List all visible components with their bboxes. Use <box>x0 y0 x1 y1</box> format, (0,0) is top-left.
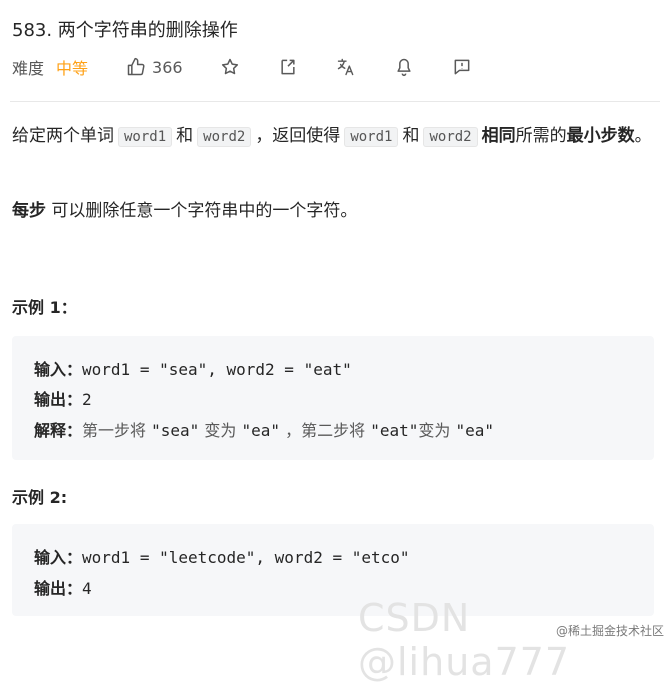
problem-title: 583. 两个字符串的删除操作 <box>12 20 238 41</box>
like-button[interactable]: 366 <box>126 57 183 77</box>
inline-code: word2 <box>423 127 478 147</box>
desc-text: ，返回使得 <box>255 126 341 146</box>
inline-code: word2 <box>197 127 252 147</box>
explain-code: "ea" <box>455 421 495 440</box>
explain-text: 变为 <box>204 421 237 440</box>
feedback-button[interactable] <box>451 56 473 78</box>
star-icon <box>221 58 238 75</box>
desc-bold: 相同 <box>481 126 516 146</box>
input-value: word1 = "leetcode", word2 = "etco" <box>82 548 410 567</box>
inline-code: word1 <box>118 127 173 147</box>
favorite-button[interactable] <box>219 56 241 78</box>
desc-bold: 最小步数 <box>566 126 635 146</box>
share-button[interactable] <box>277 56 299 78</box>
explain-label: 解释： <box>34 421 83 440</box>
watermark-sub: @稀土掘金技术社区 <box>555 624 664 638</box>
notification-button[interactable] <box>393 56 415 78</box>
example1-input-line: 输入：word1 = "sea", word2 = "eat" <box>34 356 352 380</box>
input-label: 输入： <box>34 360 83 379</box>
problem-description: 给定两个单词 word1 和 word2 ，返回使得 word1 和 word2 相同所需的最小… <box>12 122 662 152</box>
bell-icon <box>396 58 411 77</box>
explain-text: ，第二步将 <box>285 421 366 440</box>
like-count: 366 <box>152 57 183 77</box>
example1-box: 输入：word1 = "sea", word2 = "eat" 输出：2 解释：… <box>12 336 654 460</box>
difficulty-label: 难度 <box>12 59 45 78</box>
inline-code: word1 <box>344 127 399 147</box>
output-label: 输出： <box>34 390 83 409</box>
problem-meta-bar: 难度 中等 366 <box>12 54 473 80</box>
explain-code: "sea" <box>151 421 200 440</box>
output-value: 4 <box>82 579 92 598</box>
rule-bold: 每步 <box>12 201 46 221</box>
input-label: 输入： <box>34 548 83 567</box>
example1-heading: 示例 1： <box>12 298 77 317</box>
explain-text: 第一步将 <box>82 421 147 440</box>
explain-code: "ea" <box>241 421 281 440</box>
example2-output-line: 输出：4 <box>34 575 92 599</box>
feedback-icon <box>454 59 469 75</box>
rule-text: 可以删除任意一个字符串中的一个字符。 <box>51 201 358 221</box>
output-value: 2 <box>82 390 92 409</box>
divider <box>10 101 660 102</box>
translate-icon <box>337 58 353 76</box>
example1-explain-line: 解释：第一步将 "sea" 变为 "ea" ，第二步将 "eat"变为 "ea" <box>34 417 494 441</box>
example2-heading: 示例 2: <box>12 488 68 507</box>
explain-text: 变为 <box>418 421 451 440</box>
input-value: word1 = "sea", word2 = "eat" <box>82 360 352 379</box>
difficulty-badge: 中等 <box>56 59 89 78</box>
watermark: CSDN @lihua777 <box>358 596 571 684</box>
problem-rule: 每步 可以删除任意一个字符串中的一个字符。 <box>12 196 357 221</box>
desc-text: 和 <box>402 126 420 146</box>
example2-input-line: 输入：word1 = "leetcode", word2 = "etco" <box>34 544 410 568</box>
desc-text: 所需的 <box>515 126 567 146</box>
output-label: 输出： <box>34 579 83 598</box>
example1-output-line: 输出：2 <box>34 386 92 410</box>
desc-text: 。 <box>634 126 652 146</box>
explain-code: "eat" <box>370 421 419 440</box>
share-icon <box>280 59 295 75</box>
translate-button[interactable] <box>335 56 357 78</box>
desc-text: 和 <box>176 126 194 146</box>
desc-text: 给定两个单词 <box>12 126 114 146</box>
thumbs-up-icon <box>127 57 145 76</box>
